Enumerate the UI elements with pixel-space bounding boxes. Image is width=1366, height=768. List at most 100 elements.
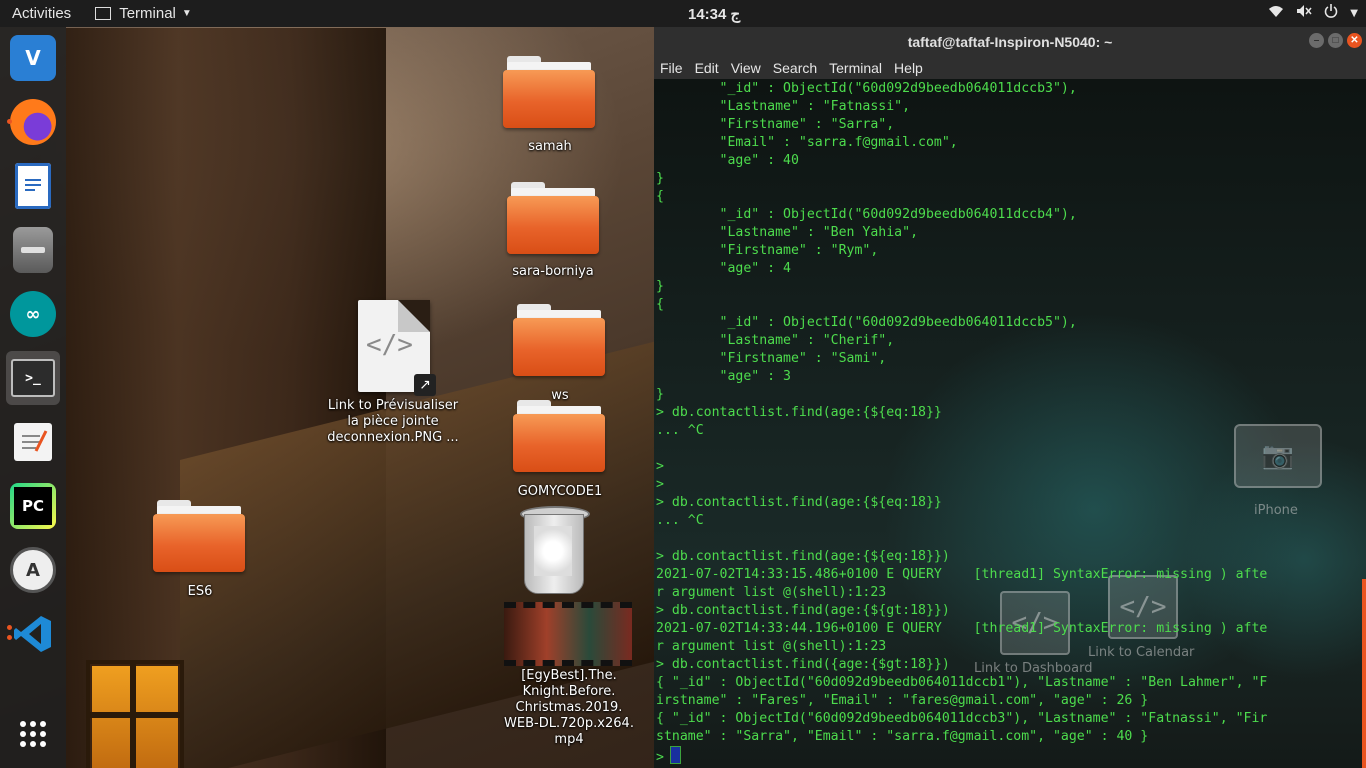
menu-search[interactable]: Search [773, 60, 817, 76]
link-label-line: Link to Prévisualiser [327, 398, 459, 413]
terminal-line: "_id" : ObjectId("60d092d9beedb064011dcc… [656, 81, 1077, 96]
chevron-down-icon[interactable]: ▼ [1350, 8, 1358, 19]
desktop-item-label-es6[interactable]: ES6 [150, 584, 250, 600]
dock: V ∞ >_ PC A [0, 27, 66, 768]
terminal-line: } [656, 387, 664, 402]
terminal-line: > db.contactlist.find({age:{$gt:18}}) [656, 657, 950, 672]
terminal-line: "Email" : "sarra.f@gmail.com", [656, 135, 958, 150]
power-icon[interactable] [1324, 4, 1338, 22]
dock-item-arduino[interactable]: ∞ [6, 287, 60, 341]
terminal-line: { "_id" : ObjectId("60d092d9beedb064011d… [656, 711, 1268, 726]
app-menu[interactable]: Terminal ▼ [95, 5, 192, 22]
menu-view[interactable]: View [731, 60, 761, 76]
terminal-line: stname" : "Sarra", "Email" : "sarra.f@gm… [656, 729, 1149, 744]
terminal-line: r argument list @(shell):1:23 [656, 639, 887, 654]
dock-item-terminal[interactable]: >_ [6, 351, 60, 405]
window-titlebar[interactable]: taftaf@taftaf-Inspiron-N5040: ~ – □ ✕ [654, 27, 1366, 56]
wallpaper-lit-window [86, 660, 184, 768]
dock-item-pycharm[interactable]: PC [6, 479, 60, 533]
file-cabinet-icon [13, 227, 53, 273]
folder-icon[interactable] [503, 56, 595, 128]
activities-button[interactable]: Activities [0, 5, 83, 22]
video-label-line: [EgyBest].The. [521, 668, 617, 683]
desktop-item-label-gomycode1[interactable]: GOMYCODE1 [498, 484, 622, 500]
code-file-icon[interactable]: </> ↗ [358, 300, 436, 396]
running-indicator [7, 625, 12, 630]
menu-edit[interactable]: Edit [695, 60, 719, 76]
folder-icon[interactable] [507, 182, 599, 254]
video-label-line: mp4 [554, 732, 584, 747]
dock-item-vnc-viewer[interactable]: V [6, 31, 60, 85]
terminal-prompt-line[interactable]: > [656, 746, 1267, 765]
folder-icon[interactable] [513, 400, 605, 472]
terminal-line: > [656, 477, 664, 492]
clock[interactable]: 14:34 ج [688, 5, 740, 23]
menu-file[interactable]: File [660, 60, 683, 76]
terminal-line: > db.contactlist.find(age:{${eq:18}}) [656, 549, 950, 564]
volume-muted-icon[interactable] [1296, 4, 1312, 22]
menu-help[interactable]: Help [894, 60, 923, 76]
scrollbar[interactable] [1362, 579, 1366, 768]
terminal-line: 2021-07-02T14:33:15.486+0100 E QUERY [th… [656, 567, 1268, 582]
close-button[interactable]: ✕ [1347, 33, 1362, 48]
running-indicator [7, 635, 12, 640]
vnc-icon: V [10, 35, 56, 81]
minimize-button[interactable]: – [1309, 33, 1324, 48]
video-thumbnail[interactable] [504, 602, 632, 666]
firefox-icon [10, 99, 56, 145]
dock-item-show-applications[interactable] [6, 707, 60, 761]
terminal-line: "_id" : ObjectId("60d092d9beedb064011dcc… [656, 207, 1077, 222]
terminal-output[interactable]: 📷 iPhone </> Link to Dashboard </> Link … [654, 79, 1366, 768]
app-menu-label: Terminal [119, 5, 176, 22]
terminal-line: "Lastname" : "Ben Yahia", [656, 225, 919, 240]
terminal-line: "age" : 4 [656, 261, 791, 276]
video-label-line: Christmas.2019. [515, 700, 623, 715]
terminal-small-icon [95, 7, 112, 20]
vscode-icon [10, 611, 56, 657]
desktop-item-label-samah[interactable]: samah [490, 139, 610, 155]
video-label-line: WEB-DL.720p.x264. [504, 716, 634, 731]
folder-icon[interactable] [513, 304, 605, 376]
terminal-line: "Firstname" : "Rym", [656, 243, 879, 258]
trash-icon[interactable] [520, 506, 590, 594]
pycharm-icon: PC [10, 483, 56, 529]
terminal-line: 2021-07-02T14:33:44.196+0100 E QUERY [th… [656, 621, 1268, 636]
terminal-line: irstname" : "Fares", "Email" : "fares@gm… [656, 693, 1149, 708]
prompt-symbol: > [656, 750, 664, 765]
terminal-line: > [656, 459, 664, 474]
terminal-line: { "_id" : ObjectId("60d092d9beedb064011d… [656, 675, 1268, 690]
wifi-icon[interactable] [1268, 4, 1284, 22]
folder-icon[interactable] [153, 500, 245, 572]
terminal-line: ... ^C [656, 423, 704, 438]
terminal-window[interactable]: taftaf@taftaf-Inspiron-N5040: ~ – □ ✕ Fi… [654, 27, 1366, 768]
top-bar: Activities Terminal ▼ 14:34 ج ▼ [0, 0, 1366, 27]
terminal-line: { [656, 297, 664, 312]
desktop-item-label-link[interactable]: Link to Prévisualiser la pièce jointe de… [318, 398, 468, 446]
dock-item-libreoffice-writer[interactable] [6, 159, 60, 213]
dock-item-software-updater[interactable]: A [6, 543, 60, 597]
maximize-button[interactable]: □ [1328, 33, 1343, 48]
terminal-line: "_id" : ObjectId("60d092d9beedb064011dcc… [656, 315, 1077, 330]
arduino-icon: ∞ [10, 291, 56, 337]
terminal-line: "Firstname" : "Sami", [656, 351, 887, 366]
desktop-item-label-video[interactable]: [EgyBest].The. Knight.Before. Christmas.… [494, 668, 644, 748]
dock-item-text-editor[interactable] [6, 415, 60, 469]
terminal-line: "Lastname" : "Fatnassi", [656, 99, 911, 114]
dock-item-vscode[interactable] [6, 607, 60, 661]
terminal-line: "age" : 40 [656, 153, 799, 168]
menu-terminal[interactable]: Terminal [829, 60, 882, 76]
system-tray[interactable]: ▼ [1268, 4, 1358, 22]
dock-item-file-cabinet[interactable] [6, 223, 60, 277]
terminal-line: > db.contactlist.find(age:{${eq:18}} [656, 405, 942, 420]
terminal-icon: >_ [11, 359, 55, 397]
menu-bar: File Edit View Search Terminal Help [654, 56, 1366, 79]
terminal-line: } [656, 171, 664, 186]
running-indicator [7, 119, 12, 124]
terminal-line: > db.contactlist.find(age:{${eq:18}} [656, 495, 942, 510]
dock-item-firefox[interactable] [6, 95, 60, 149]
desktop-item-label-sara-borniya[interactable]: sara-borniya [490, 264, 616, 280]
terminal-line: r argument list @(shell):1:23 [656, 585, 887, 600]
link-arrow-icon: ↗ [414, 374, 436, 396]
link-label-line: deconnexion.PNG ... [327, 430, 459, 445]
